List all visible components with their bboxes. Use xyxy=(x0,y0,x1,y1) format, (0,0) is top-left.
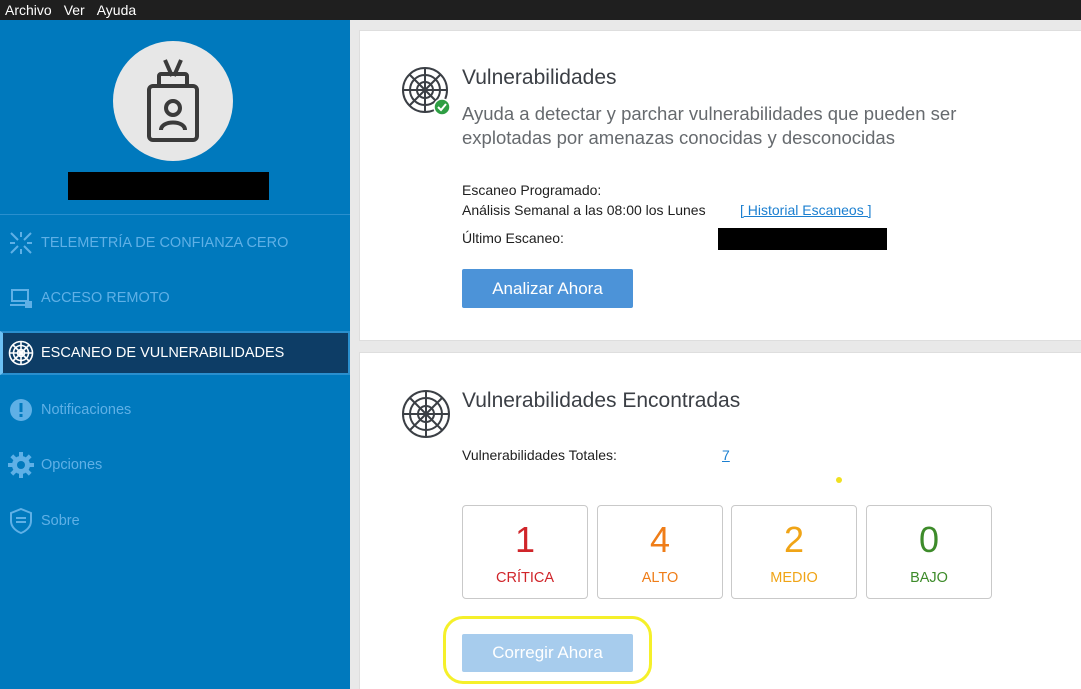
annotation-highlight-ring xyxy=(443,616,652,684)
scan-history-link[interactable]: [ Historial Escaneos ] xyxy=(740,202,872,218)
annotation-dot xyxy=(836,477,842,483)
menu-bar: Archivo Ver Ayuda xyxy=(0,0,1081,20)
sidebar-item-remote-access[interactable]: ACCESO REMOTO xyxy=(0,276,350,320)
sidebar-item-label: Opciones xyxy=(41,457,103,473)
count-low[interactable]: 0 BAJO xyxy=(866,505,992,599)
count-high[interactable]: 4 ALTO xyxy=(597,505,723,599)
sidebar-item-label: ACCESO REMOTO xyxy=(41,290,170,306)
sidebar-item-label: TELEMETRÍA DE CONFIANZA CERO xyxy=(41,235,289,251)
radar-check-icon xyxy=(402,67,451,116)
scan-card: Vulnerabilidades Ayuda a detectar y parc… xyxy=(359,30,1081,341)
alert-icon xyxy=(8,397,34,423)
count-medium-label: MEDIO xyxy=(770,570,818,586)
avatar xyxy=(113,41,233,161)
total-vulnerabilities-link[interactable]: 7 xyxy=(722,447,730,463)
count-high-value: 4 xyxy=(649,519,671,560)
sidebar-item-vulnerability-scan[interactable]: ESCANEO DE VULNERABILIDADES xyxy=(0,331,350,375)
scheduled-scan-label: Escaneo Programado: xyxy=(462,182,602,198)
count-low-value: 0 xyxy=(918,519,940,560)
count-critical[interactable]: 1 CRÍTICA xyxy=(462,505,588,599)
redacted-last-scan-date xyxy=(718,228,887,250)
sidebar-item-options[interactable]: Opciones xyxy=(0,443,350,487)
shield-icon xyxy=(8,508,34,534)
sidebar-divider xyxy=(0,214,350,215)
count-low-label: BAJO xyxy=(910,570,948,586)
zero-trust-icon xyxy=(8,230,34,256)
id-badge-icon xyxy=(147,59,199,142)
sidebar-item-about[interactable]: Sobre xyxy=(0,499,350,543)
count-medium[interactable]: 2 MEDIO xyxy=(731,505,857,599)
gear-icon xyxy=(8,452,34,478)
sidebar-item-zero-trust[interactable]: TELEMETRÍA DE CONFIANZA CERO xyxy=(0,221,350,265)
sidebar-item-label: ESCANEO DE VULNERABILIDADES xyxy=(41,345,285,361)
sidebar-item-label: Notificaciones xyxy=(41,402,132,418)
menu-ver[interactable]: Ver xyxy=(58,0,91,20)
menu-archivo[interactable]: Archivo xyxy=(0,0,58,20)
scheduled-scan-value: Análisis Semanal a las 08:00 los Lunes xyxy=(462,202,706,218)
scan-card-description-1: Ayuda a detectar y parchar vulnerabilida… xyxy=(462,103,957,124)
radar-icon xyxy=(402,390,450,438)
sidebar-item-label: Sobre xyxy=(41,513,80,529)
scan-card-title: Vulnerabilidades xyxy=(462,66,617,89)
analyze-now-button[interactable]: Analizar Ahora xyxy=(462,269,633,308)
last-scan-label: Último Escaneo: xyxy=(462,230,564,246)
sidebar: TELEMETRÍA DE CONFIANZA CERO ACCESO REMO… xyxy=(0,20,350,689)
total-vulnerabilities-label: Vulnerabilidades Totales: xyxy=(462,447,617,463)
count-critical-value: 1 xyxy=(514,519,536,560)
count-medium-value: 2 xyxy=(783,519,805,560)
count-high-label: ALTO xyxy=(641,570,679,586)
count-critical-label: CRÍTICA xyxy=(496,570,554,586)
menu-ayuda[interactable]: Ayuda xyxy=(91,0,142,20)
radar-icon xyxy=(8,340,34,366)
found-card-title: Vulnerabilidades Encontradas xyxy=(462,389,741,412)
redacted-user-name xyxy=(68,172,269,200)
sidebar-item-notifications[interactable]: Notificaciones xyxy=(0,388,350,432)
scan-card-description-2: explotadas por amenazas conocidas y desc… xyxy=(462,127,895,148)
remote-access-icon xyxy=(8,285,34,311)
